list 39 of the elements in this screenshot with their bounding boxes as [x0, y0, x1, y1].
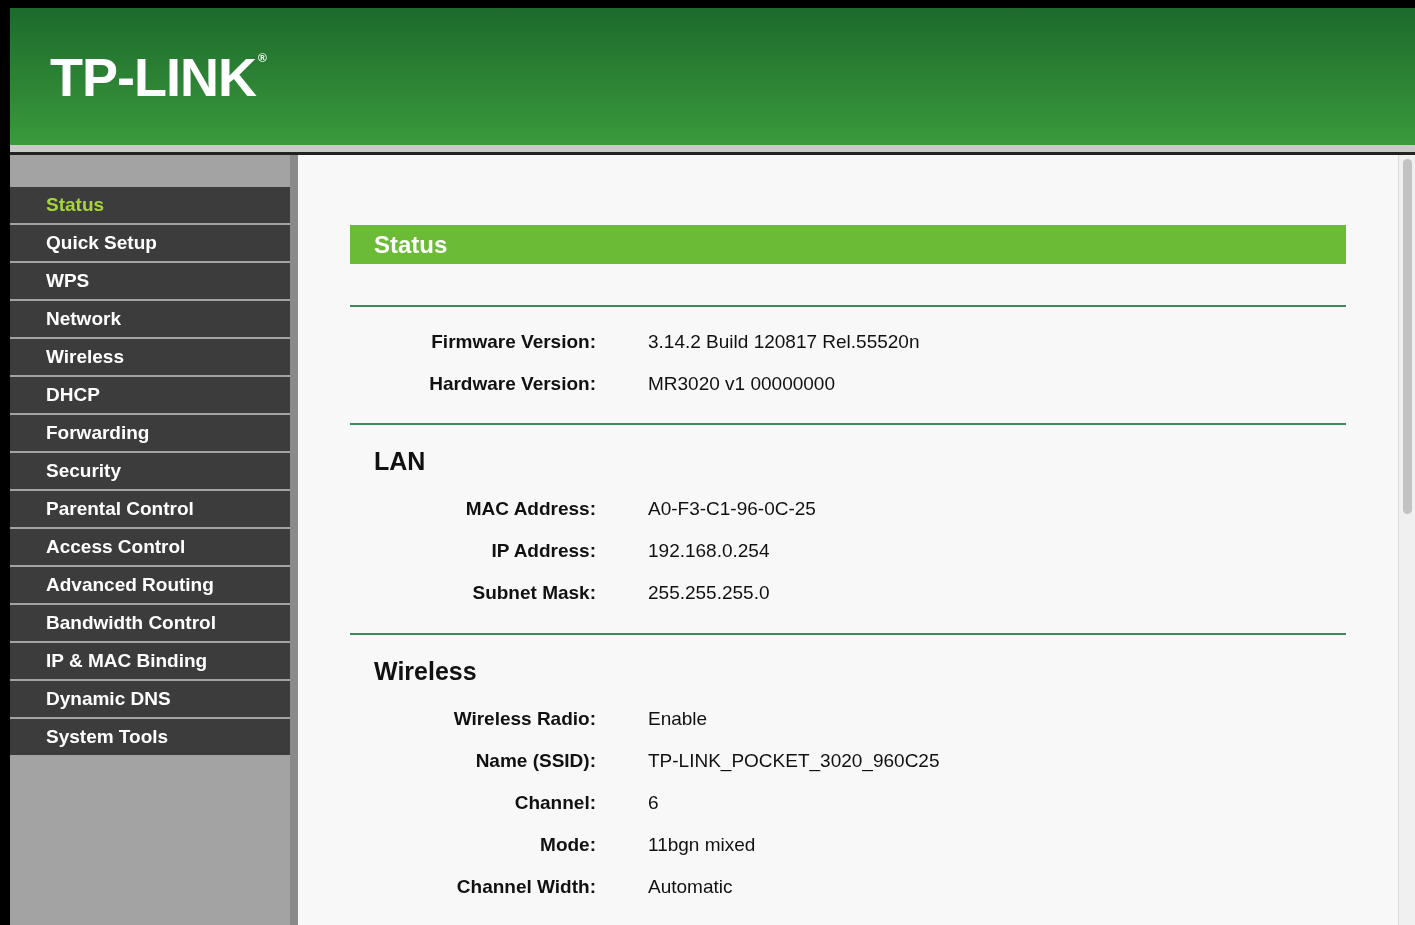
field-label: Firmware Version:: [430, 329, 596, 354]
sidebar-item[interactable]: Forwarding: [10, 415, 290, 451]
field-label: Name (SSID):: [474, 748, 596, 773]
sidebar-item[interactable]: Network: [10, 301, 290, 337]
sidebar-item[interactable]: Security: [10, 453, 290, 489]
field-value: Enable: [648, 706, 708, 731]
field-label: IP Address:: [490, 539, 596, 564]
sidebar-item[interactable]: Dynamic DNS: [10, 681, 290, 717]
field-value: 11bgn mixed: [648, 832, 756, 857]
sidebar-item[interactable]: DHCP: [10, 377, 290, 413]
sidebar-item[interactable]: Status: [10, 187, 290, 223]
field-value: 6: [648, 790, 659, 815]
field-value: TP-LINK_POCKET_3020_960C25: [648, 748, 940, 774]
sidebar-item[interactable]: Bandwidth Control: [10, 605, 290, 641]
field-label: MAC Address:: [464, 497, 596, 522]
field-label: Mode:: [539, 832, 596, 857]
field-label: Subnet Mask:: [471, 581, 596, 606]
field-label: Channel Width:: [455, 874, 596, 899]
sidebar-item[interactable]: Wireless: [10, 339, 290, 375]
brand-logo: TP-LINK®: [50, 49, 266, 104]
sidebar-item[interactable]: WPS: [10, 263, 290, 299]
sidebar-item[interactable]: IP & MAC Binding: [10, 643, 290, 679]
sidebar-item[interactable]: Quick Setup: [10, 225, 290, 261]
sidebar-item[interactable]: Parental Control: [10, 491, 290, 527]
section-heading: Wireless: [373, 655, 478, 687]
field-label: Channel:: [513, 790, 596, 815]
sidebar-item[interactable]: Advanced Routing: [10, 567, 290, 603]
sidebar-item[interactable]: System Tools: [10, 719, 290, 755]
page-title: Status: [374, 229, 448, 260]
field-value: Automatic: [648, 874, 733, 899]
field-label: Wireless Radio:: [452, 706, 596, 731]
sidebar-item[interactable]: Access Control: [10, 529, 290, 565]
field-value: A0-F3-C1-96-0C-25: [648, 497, 816, 522]
field-value: 3.14.2 Build 120817 Rel.55520n: [648, 329, 920, 354]
field-value: 192.168.0.254: [648, 539, 770, 564]
section-heading: LAN: [373, 446, 427, 477]
field-value: MR3020 v1 00000000: [648, 371, 835, 396]
field-value: 255.255.255.0: [648, 581, 770, 606]
field-label: Hardware Version:: [428, 371, 596, 396]
